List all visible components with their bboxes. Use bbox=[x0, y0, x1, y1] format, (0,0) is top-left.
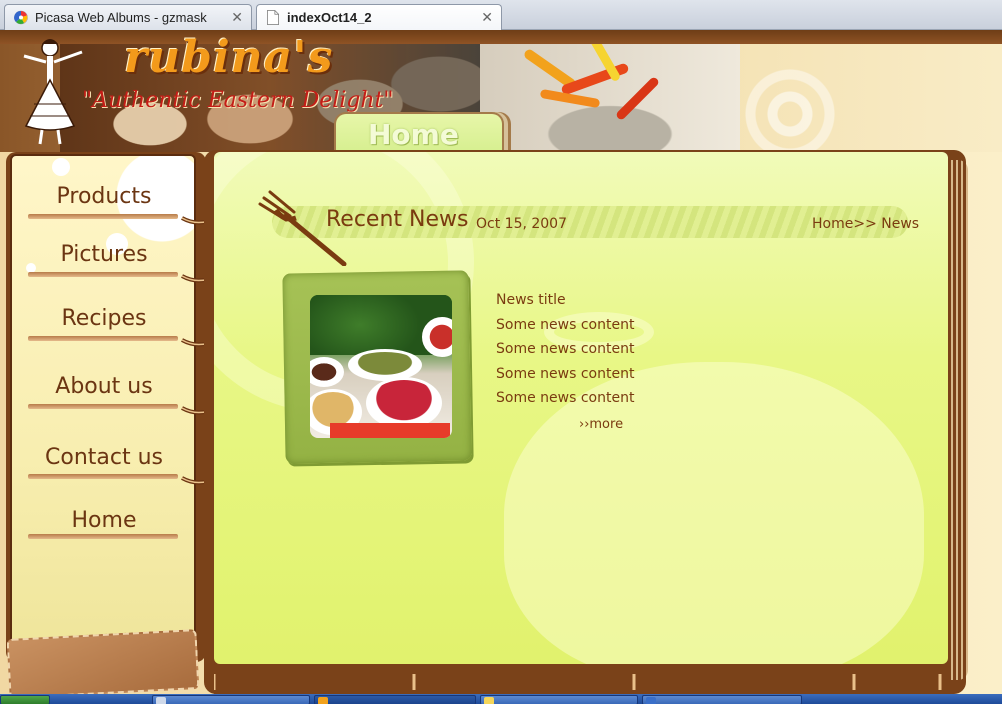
news-date: Oct 15, 2007 bbox=[476, 216, 567, 232]
news-item[interactable]: Some news content bbox=[496, 317, 634, 333]
picasa-icon bbox=[14, 10, 28, 25]
browser-tab-strip: Picasa Web Albums - gzmask ✕ indexOct14_… bbox=[0, 0, 1002, 30]
nav-contact-us[interactable]: Contact us bbox=[28, 445, 180, 470]
tab-picasa[interactable]: Picasa Web Albums - gzmask ✕ bbox=[4, 4, 252, 30]
nav-underline bbox=[28, 214, 178, 219]
leather-patch bbox=[6, 629, 200, 694]
nav-recipes[interactable]: Recipes bbox=[28, 306, 180, 331]
nav-home[interactable]: Home bbox=[28, 508, 180, 533]
book-page-edges bbox=[948, 160, 968, 680]
nav-underline bbox=[28, 474, 178, 479]
decorative-pot bbox=[504, 362, 924, 664]
tab-home[interactable]: Home bbox=[334, 112, 504, 152]
nav-underline bbox=[28, 272, 178, 277]
site-header: rubina's "Authentic Eastern Delight" Hom… bbox=[0, 30, 1002, 152]
decorative-circles bbox=[700, 44, 900, 152]
breadcrumb[interactable]: Home>> News bbox=[812, 216, 919, 232]
news-item[interactable]: Some news content bbox=[496, 390, 634, 406]
brand-logo-text: rubina's bbox=[124, 32, 334, 83]
nav-about-us[interactable]: About us bbox=[28, 374, 180, 399]
close-icon[interactable]: ✕ bbox=[231, 9, 243, 26]
news-item[interactable]: Some news content bbox=[496, 341, 634, 357]
web-page: rubina's "Authentic Eastern Delight" Hom… bbox=[0, 30, 1002, 694]
nav-underline bbox=[28, 534, 178, 539]
bottom-binding-rings bbox=[214, 668, 948, 694]
brand-tagline: "Authentic Eastern Delight" bbox=[82, 88, 394, 113]
nav-underline bbox=[28, 404, 178, 409]
news-photo bbox=[310, 295, 452, 438]
taskbar-window-button[interactable] bbox=[152, 695, 310, 704]
taskbar-window-button[interactable] bbox=[480, 695, 638, 704]
tab-index[interactable]: indexOct14_2 ✕ bbox=[256, 4, 502, 30]
tab-home-label: Home bbox=[368, 118, 459, 151]
decorative-dot bbox=[52, 158, 70, 176]
windows-taskbar bbox=[0, 694, 1002, 704]
nav-pictures[interactable]: Pictures bbox=[28, 242, 180, 267]
news-heading: Recent News bbox=[326, 207, 469, 232]
news-item[interactable]: Some news content bbox=[496, 366, 634, 382]
tab-title: indexOct14_2 bbox=[287, 10, 372, 25]
more-link[interactable]: ››more bbox=[579, 417, 623, 432]
tab-title: Picasa Web Albums - gzmask bbox=[35, 10, 207, 25]
close-icon[interactable]: ✕ bbox=[481, 9, 493, 26]
taskbar-window-button[interactable] bbox=[642, 695, 802, 704]
nav-products[interactable]: Products bbox=[28, 184, 180, 209]
nav-underline bbox=[28, 336, 178, 341]
dancer-logo-icon bbox=[23, 39, 83, 145]
news-item-title[interactable]: News title bbox=[496, 292, 566, 308]
start-button[interactable] bbox=[0, 695, 50, 704]
taskbar-window-button[interactable] bbox=[314, 695, 476, 704]
page-icon bbox=[267, 10, 279, 25]
